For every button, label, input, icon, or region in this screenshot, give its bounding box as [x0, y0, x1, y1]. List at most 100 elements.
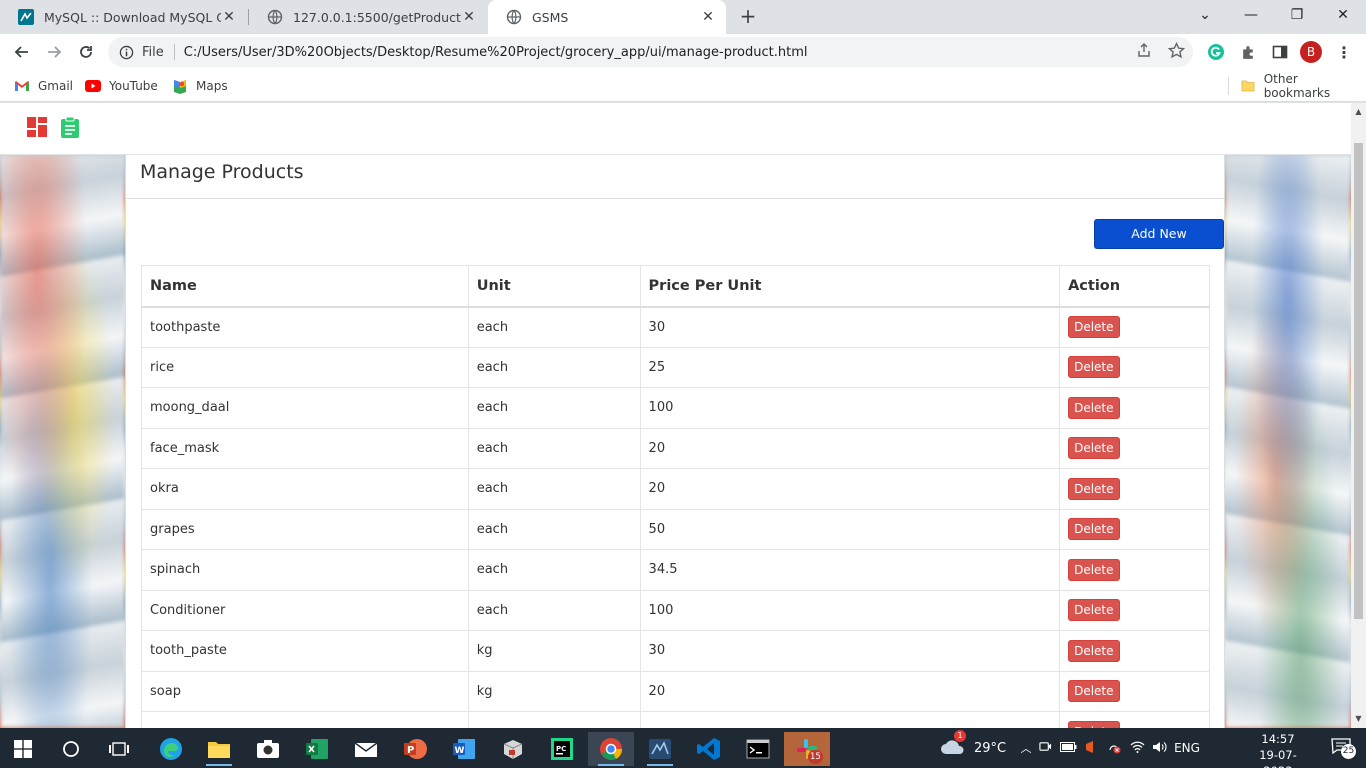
tab-strip: MySQL :: Download MySQL Conn ✕ 127.0.0.1…	[0, 0, 1366, 34]
delete-button[interactable]: Delete	[1068, 599, 1120, 622]
delete-button[interactable]: Delete	[1068, 518, 1120, 541]
dashboard-icon[interactable]	[26, 116, 48, 138]
package-app[interactable]	[490, 732, 536, 766]
delete-button[interactable]: Delete	[1068, 680, 1120, 703]
grammarly-icon[interactable]	[1206, 42, 1226, 62]
bookmark-star-icon[interactable]	[1167, 41, 1185, 59]
profile-avatar[interactable]: B	[1300, 41, 1322, 63]
scroll-down-arrow-icon[interactable]: ▼	[1351, 712, 1366, 726]
camera-app[interactable]	[245, 732, 291, 766]
wifi-icon[interactable]	[1126, 741, 1148, 756]
back-arrow-icon	[14, 46, 28, 58]
tab-search-icon[interactable]: ⌄	[1182, 0, 1228, 30]
side-panel-icon[interactable]	[1270, 42, 1290, 62]
delete-button[interactable]: Delete	[1068, 558, 1120, 581]
column-header-name: Name	[141, 265, 469, 308]
windows-taskbar: P W PC 15 1 29°C ︿ ENG 14:57 19-07- 25	[0, 728, 1366, 768]
network-warning-icon[interactable]	[1102, 740, 1126, 757]
slack-app[interactable]: 15	[784, 732, 830, 766]
table-row: rice each 25 Delete	[141, 346, 1210, 388]
excel-app[interactable]	[294, 732, 340, 766]
close-icon[interactable]: ✕	[221, 9, 237, 25]
restore-button[interactable]: ❐	[1274, 0, 1320, 30]
edge-app[interactable]	[148, 732, 194, 766]
product-price: 34.5	[639, 549, 1061, 591]
url-text[interactable]: C:/Users/User/3D%20Objects/Desktop/Resum…	[184, 45, 808, 60]
delete-button[interactable]: Delete	[1068, 396, 1120, 419]
notification-center[interactable]: 25	[1322, 728, 1362, 768]
new-tab-button[interactable]: +	[737, 6, 759, 28]
bookmark-gmail[interactable]: Gmail	[14, 76, 73, 96]
pycharm-app[interactable]: PC	[539, 732, 585, 766]
delete-button[interactable]: Delete	[1068, 437, 1120, 460]
address-bar[interactable]: File C:/Users/User/3D%20Objects/Desktop/…	[108, 37, 1193, 67]
menu-kebab-icon[interactable]: ⋮	[1334, 42, 1354, 62]
tab-getproducts[interactable]: 127.0.0.1:5500/getProducts ✕	[249, 0, 487, 34]
tab-gsms[interactable]: GSMS ✕	[488, 0, 726, 34]
profile-initial: B	[1306, 45, 1316, 59]
product-name: grapes	[141, 508, 469, 550]
task-view-button[interactable]	[96, 732, 142, 766]
page-viewport: Manage Products Add New Product Name Uni…	[0, 103, 1351, 728]
action-cell: Delete	[1059, 549, 1210, 591]
close-window-button[interactable]: ✕	[1320, 0, 1366, 30]
delete-button[interactable]: Delete	[1068, 477, 1120, 500]
scrollbar-thumb[interactable]	[1354, 143, 1363, 619]
add-new-product-button[interactable]: Add New Product	[1094, 219, 1224, 269]
delete-button[interactable]: Delete	[1068, 316, 1120, 338]
tab-mysql[interactable]: MySQL :: Download MySQL Conn ✕	[0, 0, 247, 34]
minimize-button[interactable]: —	[1228, 0, 1274, 30]
search-button[interactable]	[48, 732, 94, 766]
powerpoint-app[interactable]: P	[392, 732, 438, 766]
product-name	[141, 711, 469, 728]
vscode-app[interactable]	[686, 732, 732, 766]
weather-temp: 29°C	[974, 740, 1007, 756]
start-button[interactable]	[0, 732, 46, 766]
reload-button[interactable]	[74, 40, 98, 64]
table-row: toothpaste each 30 Delete	[141, 306, 1210, 348]
mysql-icon	[18, 9, 34, 25]
other-bookmarks-label: Other bookmarks	[1263, 72, 1331, 100]
close-icon[interactable]: ✕	[461, 9, 477, 25]
action-cell: Delete	[1059, 346, 1210, 388]
terminal-app[interactable]	[735, 732, 781, 766]
file-explorer-app[interactable]	[196, 732, 242, 766]
tab-title: 127.0.0.1:5500/getProducts	[293, 9, 461, 25]
other-bookmarks[interactable]: Other bookmarks	[1240, 72, 1366, 100]
bookmark-youtube[interactable]: YouTube	[85, 76, 158, 96]
show-hidden-icons-icon[interactable]: ︿	[1018, 740, 1034, 756]
cloud-icon: 1	[940, 730, 966, 758]
extensions-puzzle-icon[interactable]	[1238, 42, 1258, 62]
column-header-price: Price Per Unit	[639, 265, 1061, 308]
clock[interactable]: 14:57 19-07-2023	[1247, 731, 1309, 768]
app-tray-icon[interactable]	[1080, 740, 1102, 757]
bookmark-label: Maps	[196, 79, 228, 93]
product-unit: each	[467, 306, 641, 348]
product-price	[639, 711, 1061, 728]
back-button[interactable]	[10, 40, 34, 64]
battery-icon[interactable]	[1056, 741, 1080, 755]
action-cell: Delete	[1059, 670, 1210, 712]
bookmark-maps[interactable]: Maps	[172, 76, 228, 96]
scroll-up-arrow-icon[interactable]: ▲	[1351, 105, 1366, 119]
table-row: soap kg 20 Delete	[141, 670, 1210, 712]
notification-icon: 25	[1331, 738, 1356, 759]
delete-button[interactable]: Delete	[1068, 720, 1120, 728]
weather-widget[interactable]: 1 29°C	[940, 728, 1006, 768]
mail-app[interactable]	[343, 732, 389, 766]
meet-now-icon[interactable]	[1034, 740, 1056, 756]
package-icon	[503, 740, 523, 759]
delete-button[interactable]: Delete	[1068, 356, 1120, 379]
clipboard-icon[interactable]	[59, 116, 81, 138]
info-icon[interactable]	[118, 44, 134, 60]
page-scrollbar[interactable]: ▲ ▼	[1351, 103, 1366, 728]
close-icon[interactable]: ✕	[700, 9, 716, 25]
chrome-app[interactable]	[588, 732, 634, 766]
language-indicator[interactable]: ENG	[1170, 741, 1204, 755]
share-icon[interactable]	[1135, 41, 1153, 59]
mysql-workbench-app[interactable]	[637, 732, 683, 766]
word-app[interactable]: W	[441, 732, 487, 766]
delete-button[interactable]: Delete	[1068, 639, 1120, 662]
forward-button[interactable]	[42, 40, 66, 64]
volume-icon[interactable]	[1148, 741, 1170, 756]
